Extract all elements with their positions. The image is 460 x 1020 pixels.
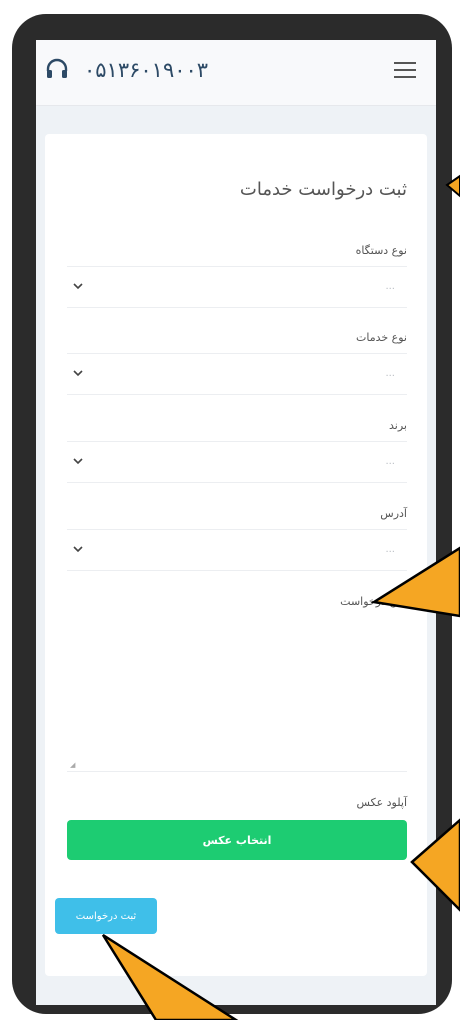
brand-select[interactable]: ... — [67, 441, 407, 483]
service-type-placeholder: ... — [385, 368, 395, 379]
support-phone-number[interactable]: ۰۵۱۳۶۰۱۹۰۰۳ — [84, 58, 208, 82]
request-text-area[interactable]: ◢ — [67, 617, 407, 772]
submit-request-button[interactable]: ثبت درخواست — [55, 898, 157, 934]
service-request-card: ثبت درخواست خدمات نوع دستگاه ... نوع خدم… — [45, 134, 427, 976]
service-type-label: نوع خدمات — [356, 331, 407, 344]
device-type-select[interactable]: ... — [67, 266, 407, 308]
chevron-down-icon — [73, 283, 83, 290]
resize-handle-icon[interactable]: ◢ — [70, 761, 75, 769]
device-type-label: نوع دستگاه — [355, 244, 407, 257]
page-title: ثبت درخواست خدمات — [239, 179, 407, 200]
choose-photo-button[interactable]: انتخاب عکس — [67, 820, 407, 860]
service-type-select[interactable]: ... — [67, 353, 407, 395]
stage: ۰۵۱۳۶۰۱۹۰۰۳ ثبت درخواست خدمات نوع دستگاه… — [0, 0, 460, 1020]
phone-screen: ۰۵۱۳۶۰۱۹۰۰۳ ثبت درخواست خدمات نوع دستگاه… — [36, 40, 436, 1005]
device-type-placeholder: ... — [385, 281, 395, 292]
address-placeholder: ... — [385, 544, 395, 555]
hamburger-menu-icon[interactable] — [394, 62, 416, 78]
top-header: ۰۵۱۳۶۰۱۹۰۰۳ — [36, 40, 436, 106]
chevron-down-icon — [73, 546, 83, 553]
address-label: آدرس — [380, 507, 407, 520]
chevron-down-icon — [73, 458, 83, 465]
headset-icon[interactable] — [45, 57, 69, 81]
brand-label: برند — [389, 419, 407, 432]
chevron-down-icon — [73, 370, 83, 377]
address-select[interactable]: ... — [67, 529, 407, 571]
upload-photo-label: آپلود عکس — [356, 796, 408, 809]
request-text-label: متن درخواست — [340, 595, 407, 608]
brand-placeholder: ... — [385, 456, 395, 467]
